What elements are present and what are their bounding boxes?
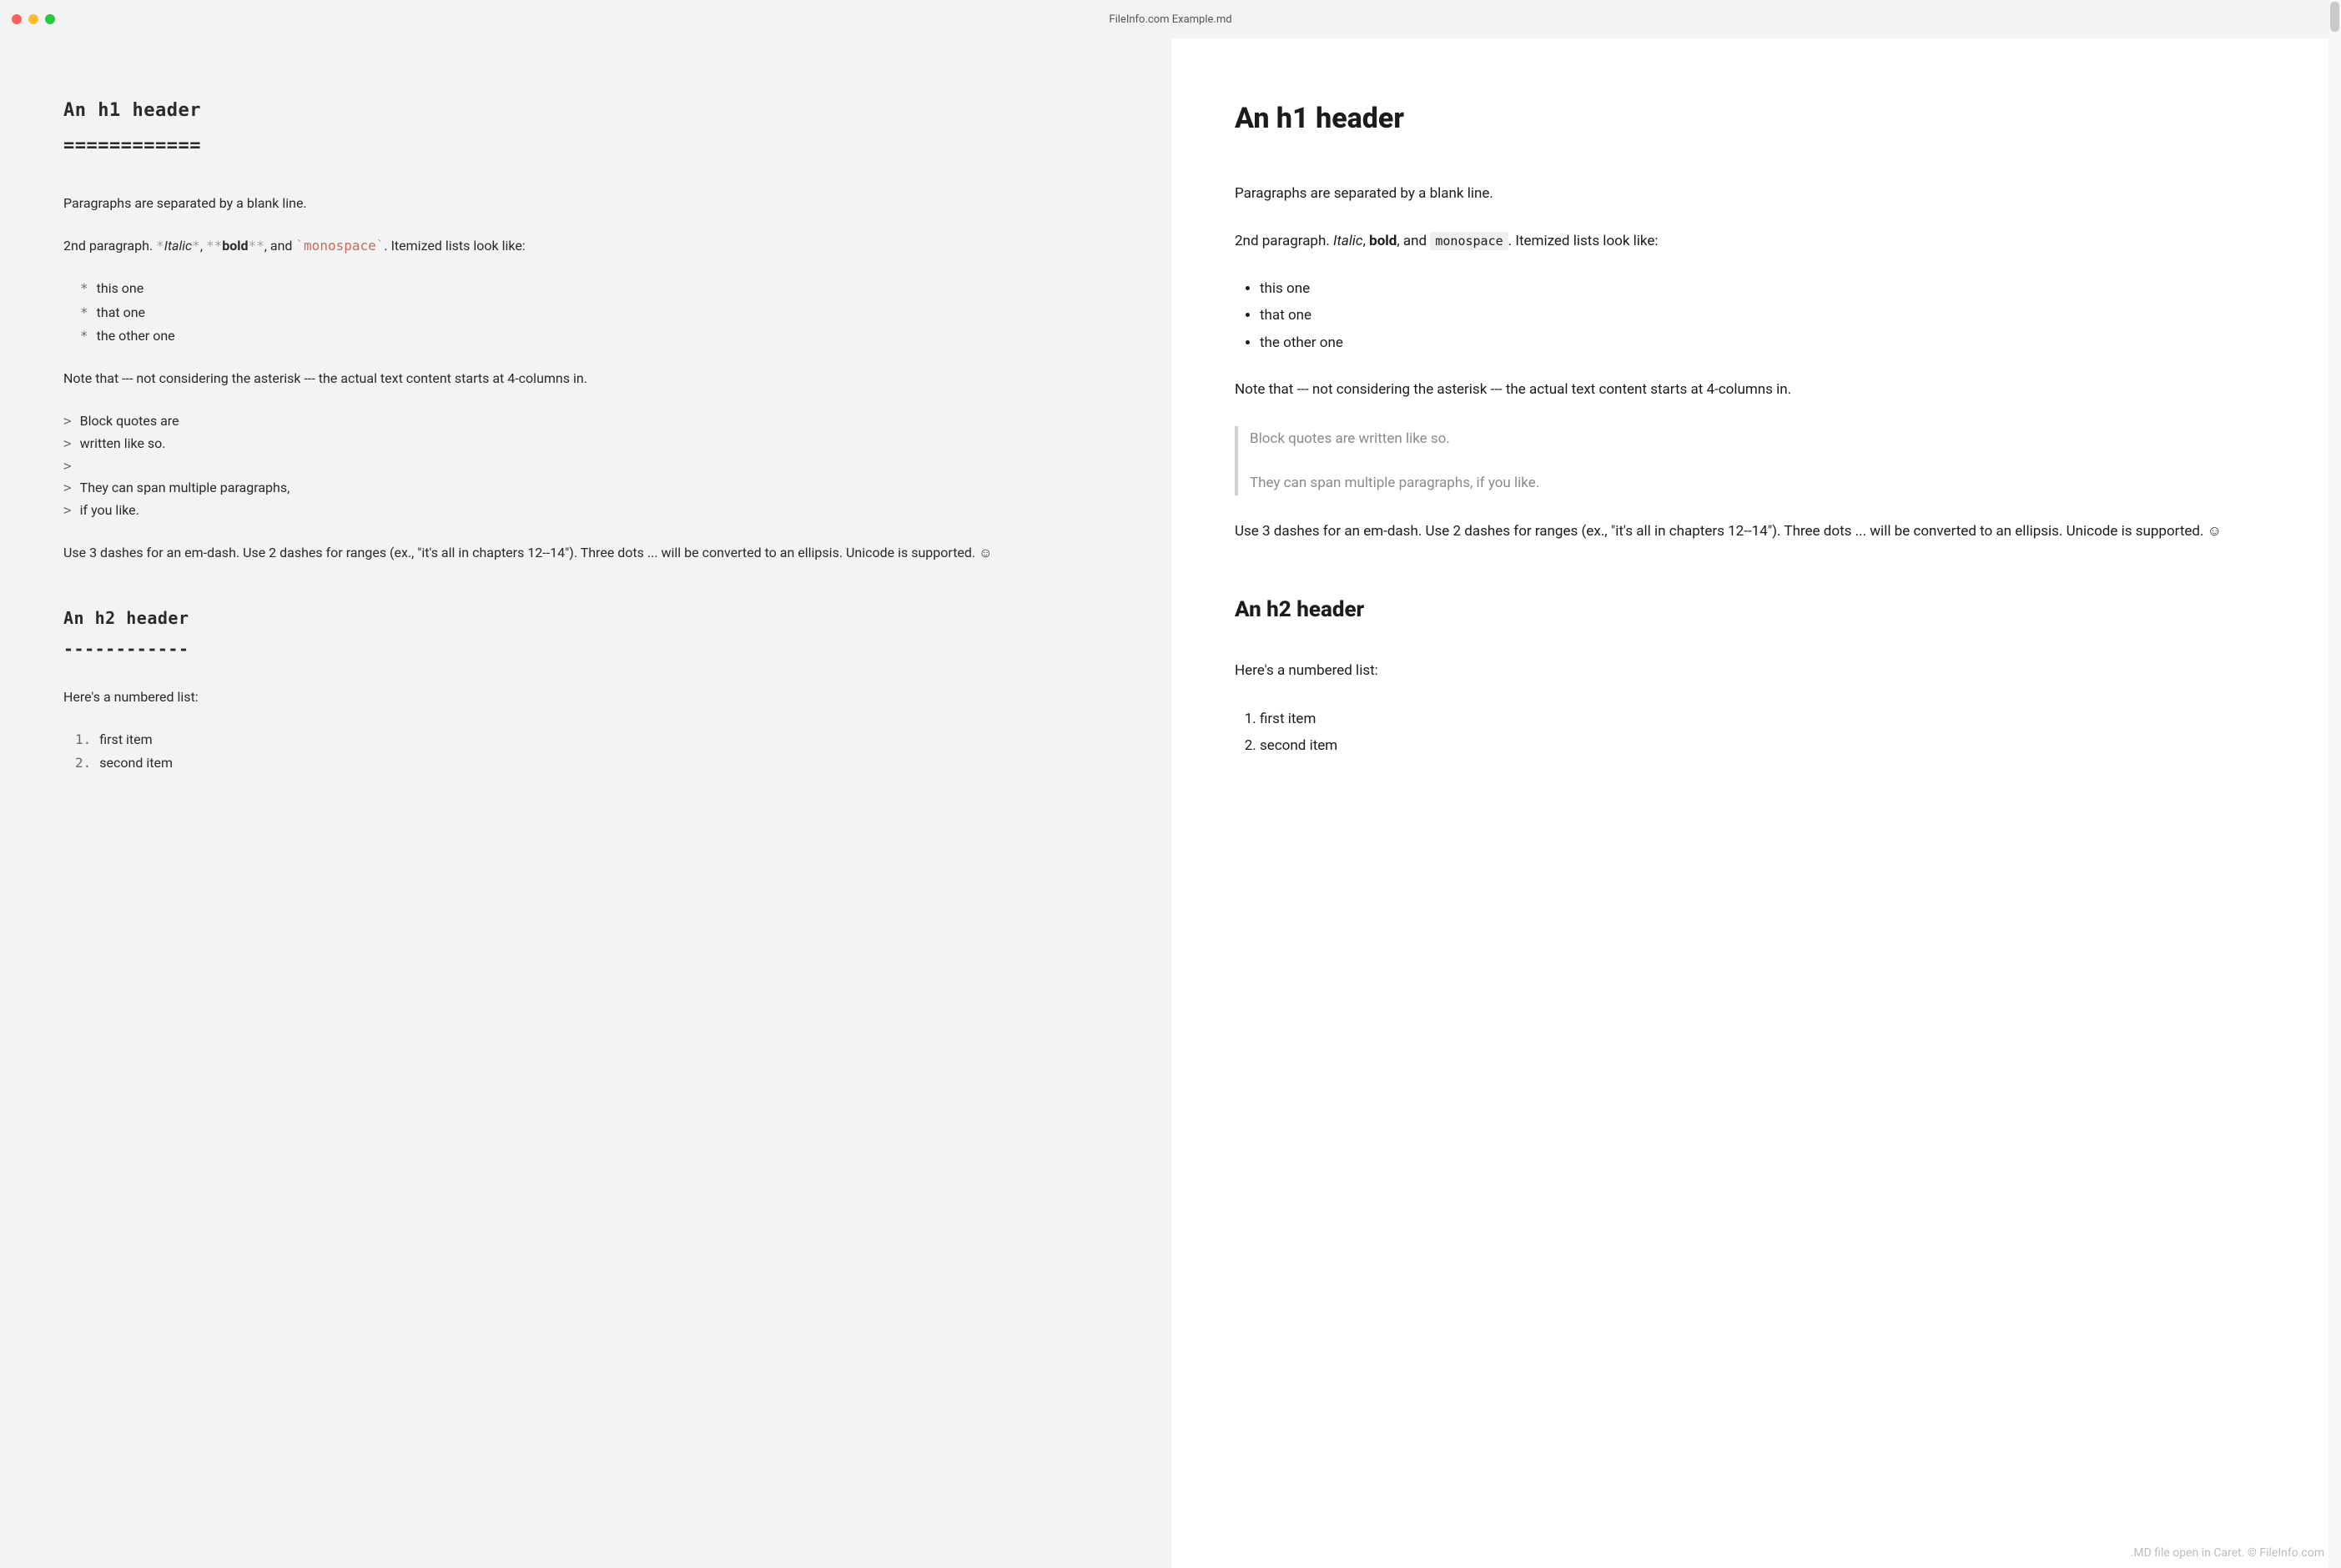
text: 2nd paragraph. <box>1235 233 1333 249</box>
preview-ordered-list: first item second item <box>1260 708 2278 757</box>
quote-line: > <box>63 456 1107 477</box>
text: , and <box>1397 233 1430 249</box>
list-item-label: the other one <box>97 326 175 347</box>
italic-marker: * <box>156 238 164 254</box>
italic-marker: * <box>192 238 200 254</box>
quote-line: > Block quotes are <box>63 411 1107 432</box>
number-icon: 1. <box>75 730 91 751</box>
editor-pane[interactable]: An h1 header ============ Paragraphs are… <box>0 38 1170 1568</box>
src-h2-underline: ------------ <box>63 636 1107 662</box>
code-marker: ` <box>376 238 385 254</box>
src-ordered-list: 1. first item 2. second item <box>75 730 1107 775</box>
asterisk-icon: * <box>80 326 88 347</box>
gt-icon: > <box>63 500 72 521</box>
text: 2nd paragraph. <box>63 238 156 254</box>
bold-text: bold <box>222 238 248 254</box>
preview-paragraph: Paragraphs are separated by a blank line… <box>1235 183 2278 205</box>
close-icon[interactable] <box>12 14 22 24</box>
quote-text: Block quotes are written like so. <box>1250 428 2278 450</box>
quote-line: > They can span multiple paragraphs, <box>63 478 1107 499</box>
asterisk-icon: * <box>80 279 88 299</box>
list-item: second item <box>1260 735 2278 756</box>
src-paragraph: Here's a numbered list: <box>63 687 1107 708</box>
minimize-icon[interactable] <box>28 14 38 24</box>
text: , <box>1363 233 1370 249</box>
italic-text: Italic <box>1333 233 1363 249</box>
scrollbar-track[interactable] <box>2328 0 2341 1568</box>
quote-text: written like so. <box>80 434 166 455</box>
maximize-icon[interactable] <box>45 14 55 24</box>
list-item: * that one <box>80 303 1107 324</box>
list-item: * the other one <box>80 326 1107 347</box>
list-item: 2. second item <box>75 753 1107 774</box>
gt-icon: > <box>63 456 72 477</box>
bold-text: bold <box>1369 233 1397 249</box>
preview-paragraph: Note that --- not considering the asteri… <box>1235 379 2278 401</box>
list-item: the other one <box>1260 332 2278 354</box>
traffic-lights <box>12 14 55 24</box>
text: . Itemized lists look like: <box>1508 233 1659 249</box>
src-paragraph: Use 3 dashes for an em-dash. Use 2 dashe… <box>63 543 1107 564</box>
src-blockquote: > Block quotes are > written like so. > > T… <box>63 411 1107 521</box>
quote-line: > if you like. <box>63 500 1107 521</box>
quote-text: if you like. <box>80 500 139 521</box>
gt-icon: > <box>63 478 72 499</box>
src-paragraph: Paragraphs are separated by a blank line… <box>63 193 1107 214</box>
app-window: FileInfo.com Example.md An h1 header ===… <box>0 0 2341 1568</box>
scrollbar-thumb[interactable] <box>2330 2 2339 32</box>
footer-caption: .MD file open in Caret. © FileInfo.com <box>2131 1546 2324 1560</box>
quote-text: Block quotes are <box>80 411 179 432</box>
preview-h2: An h2 header <box>1235 593 2278 626</box>
code-marker: ` <box>295 238 304 254</box>
split-panes: An h1 header ============ Paragraphs are… <box>0 38 2341 1568</box>
code-text: monospace <box>304 238 376 254</box>
list-item: that one <box>1260 304 2278 326</box>
gt-icon: > <box>63 411 72 432</box>
list-item: first item <box>1260 708 2278 730</box>
src-h1: An h1 header <box>63 97 1107 125</box>
src-h2: An h2 header <box>63 606 1107 631</box>
bold-marker: ** <box>206 238 222 254</box>
asterisk-icon: * <box>80 303 88 324</box>
text: , and <box>264 238 296 254</box>
window-title: FileInfo.com Example.md <box>592 13 1750 26</box>
src-paragraph: 2nd paragraph. *Italic*, **bold**, and `… <box>63 236 1107 257</box>
quote-text: They can span multiple paragraphs, <box>80 478 290 499</box>
src-paragraph: Note that --- not considering the asteri… <box>63 369 1107 389</box>
text: , <box>200 238 206 254</box>
list-item: 1. first item <box>75 730 1107 751</box>
list-item: * this one <box>80 279 1107 299</box>
list-item-label: second item <box>99 753 173 774</box>
preview-pane[interactable]: An h1 header Paragraphs are separated by… <box>1170 38 2341 1568</box>
number-icon: 2. <box>75 753 91 774</box>
src-bullet-list: * this one * that one * the other one <box>80 279 1107 347</box>
preview-bullet-list: this one that one the other one <box>1260 278 2278 354</box>
list-item-label: this one <box>97 279 144 299</box>
src-h1-underline: ============ <box>63 132 1107 160</box>
code-text: monospace <box>1430 232 1508 250</box>
preview-h1: An h1 header <box>1235 97 2278 141</box>
preview-paragraph: Use 3 dashes for an em-dash. Use 2 dashe… <box>1235 520 2278 543</box>
preview-blockquote: Block quotes are written like so. They c… <box>1235 426 2278 495</box>
preview-paragraph: Here's a numbered list: <box>1235 660 2278 682</box>
list-item-label: that one <box>97 303 145 324</box>
italic-text: Italic <box>164 238 192 254</box>
list-item: this one <box>1260 278 2278 299</box>
quote-line: > written like so. <box>63 434 1107 455</box>
list-item-label: first item <box>99 730 152 751</box>
gt-icon: > <box>63 434 72 455</box>
bold-marker: ** <box>248 238 264 254</box>
titlebar: FileInfo.com Example.md <box>0 0 2341 38</box>
quote-text: They can span multiple paragraphs, if yo… <box>1250 472 2278 494</box>
preview-paragraph: 2nd paragraph. Italic, bold, and monospa… <box>1235 230 2278 253</box>
text: . Itemized lists look like: <box>384 238 525 254</box>
